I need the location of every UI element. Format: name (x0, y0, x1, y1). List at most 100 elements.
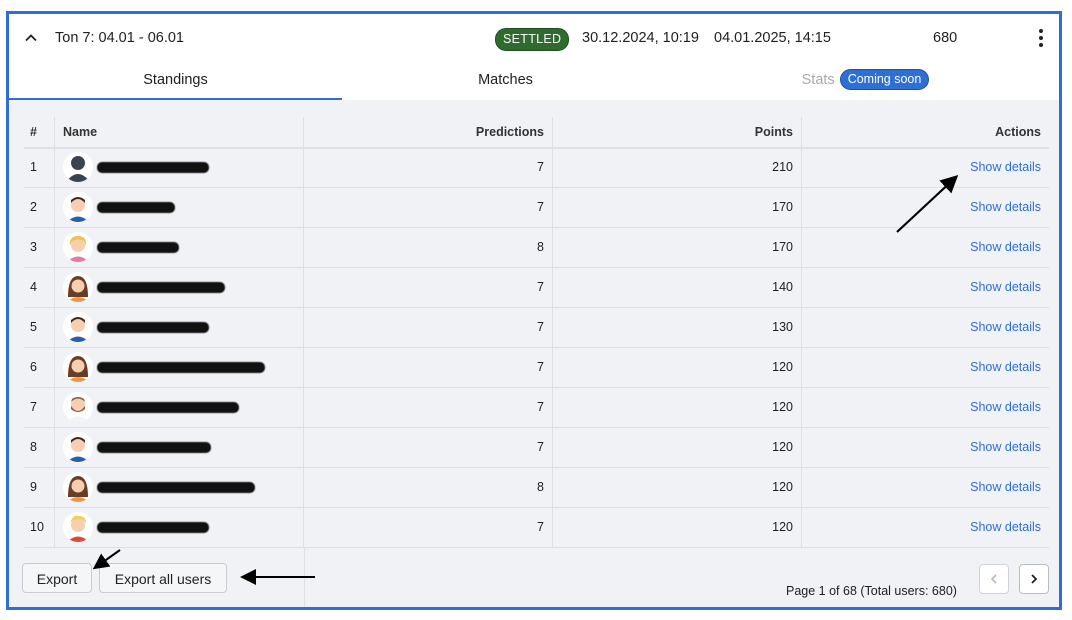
table-row: 6 7 120 Show details (24, 347, 1049, 388)
row-user (55, 267, 304, 307)
row-points: 170 (553, 227, 802, 267)
row-user (55, 307, 304, 347)
row-user (55, 147, 304, 187)
avatar (63, 272, 93, 302)
tab-stats-label: Stats (801, 72, 835, 88)
avatar (63, 312, 93, 342)
row-points: 130 (553, 307, 802, 347)
avatar (63, 472, 93, 502)
redacted-username (97, 521, 209, 533)
row-predictions: 7 (304, 187, 553, 227)
header-points: Points (553, 117, 802, 147)
redacted-username (97, 481, 255, 493)
row-rank: 7 (24, 387, 55, 427)
row-points: 120 (553, 507, 802, 547)
show-details-link[interactable]: Show details (970, 240, 1041, 254)
row-predictions: 7 (304, 147, 553, 187)
row-user (55, 187, 304, 227)
row-predictions: 7 (304, 427, 553, 467)
round-end-date: 04.01.2025, 14:15 (714, 30, 831, 46)
row-predictions: 7 (304, 507, 553, 547)
export-all-users-button[interactable]: Export all users (99, 563, 227, 593)
coming-soon-badge: Coming soon (839, 68, 930, 90)
row-rank: 8 (24, 427, 55, 467)
row-points: 210 (553, 147, 802, 187)
row-rank: 9 (24, 467, 55, 507)
standings-card: Ton 7: 04.01 - 06.01 SETTLED 30.12.2024,… (6, 11, 1062, 610)
row-user (55, 227, 304, 267)
tab-standings[interactable]: Standings (9, 64, 342, 100)
table-row: 5 7 130 Show details (24, 307, 1049, 348)
table-row: 10 7 120 Show details (24, 507, 1049, 548)
table-row: 7 7 120 Show details (24, 387, 1049, 428)
row-rank: 3 (24, 227, 55, 267)
chevron-left-icon (990, 574, 997, 584)
show-details-link[interactable]: Show details (970, 160, 1041, 174)
row-rank: 4 (24, 267, 55, 307)
show-details-link[interactable]: Show details (970, 520, 1041, 534)
row-actions: Show details (802, 267, 1049, 307)
chevron-right-icon (1031, 574, 1038, 584)
row-actions: Show details (802, 307, 1049, 347)
redacted-username (97, 161, 209, 173)
more-vertical-icon[interactable] (1033, 26, 1049, 50)
row-actions: Show details (802, 347, 1049, 387)
show-details-link[interactable]: Show details (970, 360, 1041, 374)
redacted-username (97, 281, 225, 293)
row-predictions: 7 (304, 307, 553, 347)
export-button[interactable]: Export (22, 563, 92, 593)
redacted-username (97, 441, 211, 453)
avatar (63, 512, 93, 542)
avatar (63, 392, 93, 422)
status-badge: SETTLED (495, 28, 570, 51)
avatar (63, 152, 93, 182)
row-predictions: 7 (304, 267, 553, 307)
tab-standings-label: Standings (143, 72, 208, 88)
row-rank: 2 (24, 187, 55, 227)
table-row: 3 8 170 Show details (24, 227, 1049, 268)
row-predictions: 7 (304, 347, 553, 387)
avatar (63, 232, 93, 262)
show-details-link[interactable]: Show details (970, 440, 1041, 454)
show-details-link[interactable]: Show details (970, 280, 1041, 294)
tab-matches[interactable]: Matches (342, 64, 669, 98)
row-rank: 1 (24, 147, 55, 187)
chevron-up-icon[interactable] (23, 30, 39, 46)
redacted-username (97, 201, 175, 213)
header-name: Name (55, 117, 304, 147)
row-predictions: 8 (304, 467, 553, 507)
header-num: # (24, 117, 55, 147)
previous-page-button[interactable] (979, 564, 1009, 594)
tab-bar: Standings Matches Stats Coming soon (9, 64, 1059, 100)
row-user (55, 507, 304, 547)
row-predictions: 8 (304, 227, 553, 267)
redacted-username (97, 361, 265, 373)
row-predictions: 7 (304, 387, 553, 427)
header-predictions: Predictions (304, 117, 553, 147)
header-actions: Actions (995, 125, 1041, 139)
show-details-link[interactable]: Show details (970, 400, 1041, 414)
row-points: 120 (553, 467, 802, 507)
tab-stats: Stats Coming soon (669, 64, 1062, 98)
footer-divider (304, 547, 305, 607)
row-points: 120 (553, 427, 802, 467)
standings-panel: # Name Predictions Points Actions 1 7 210 S… (9, 100, 1059, 607)
row-actions: Show details (802, 387, 1049, 427)
row-user (55, 427, 304, 467)
round-count: 680 (933, 30, 958, 46)
show-details-link[interactable]: Show details (970, 200, 1041, 214)
show-details-link[interactable]: Show details (970, 480, 1041, 494)
redacted-username (97, 321, 209, 333)
row-rank: 10 (24, 507, 55, 547)
avatar (63, 432, 93, 462)
row-points: 120 (553, 387, 802, 427)
table-row: 9 8 120 Show details (24, 467, 1049, 508)
round-header[interactable]: Ton 7: 04.01 - 06.01 SETTLED 30.12.2024,… (9, 14, 1059, 64)
row-actions: Show details (802, 507, 1049, 547)
table-header: # Name Predictions Points Actions (24, 117, 1049, 149)
next-page-button[interactable] (1019, 564, 1049, 594)
pagination-info: Page 1 of 68 (Total users: 680) (786, 584, 957, 598)
round-period: Ton 7: 04.01 - 06.01 (55, 30, 184, 46)
row-points: 170 (553, 187, 802, 227)
show-details-link[interactable]: Show details (970, 320, 1041, 334)
